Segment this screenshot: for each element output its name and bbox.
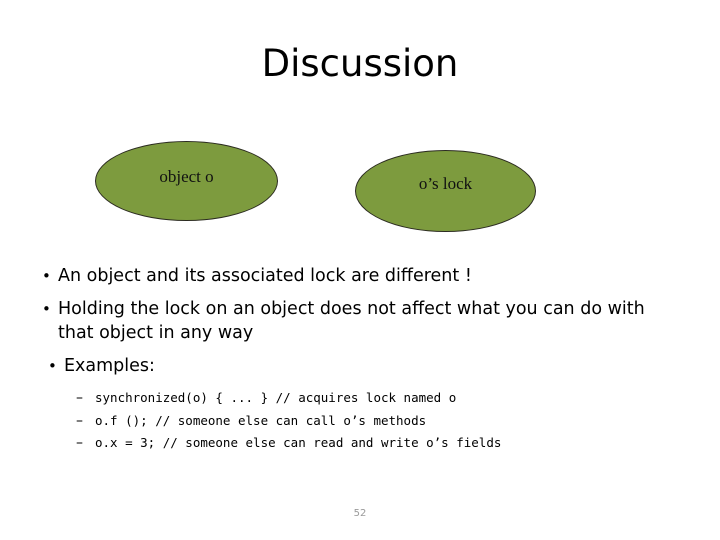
bullet-item: • Holding the lock on an object does not…	[0, 297, 720, 345]
code-text: synchronized(o) { ... } // acquires lock…	[95, 390, 457, 405]
ellipse-lock: o’s lock	[355, 150, 536, 232]
code-list-item: – o.x = 3; // someone else can read and …	[0, 432, 720, 455]
code-list-item: – o.f (); // someone else can call o’s m…	[0, 410, 720, 433]
diagram: object o o’s lock	[0, 0, 720, 250]
bullet-marker-icon: •	[42, 267, 51, 285]
example-code-list: – synchronized(o) { ... } // acquires lo…	[0, 387, 720, 455]
dash-marker-icon: –	[76, 435, 83, 451]
dash-marker-icon: –	[76, 412, 83, 429]
body-content: • An object and its associated lock are …	[0, 264, 720, 455]
bullet-item: • An object and its associated lock are …	[0, 264, 720, 288]
dash-marker-icon: –	[76, 390, 83, 406]
page-number: 52	[353, 508, 367, 519]
bullet-marker-icon: •	[42, 300, 51, 318]
ellipse-object-label: object o	[159, 167, 214, 186]
code-text: o.f (); // someone else can call o’s met…	[95, 412, 427, 428]
bullet-item-examples: • Examples:	[0, 354, 720, 378]
ellipse-lock-label: o’s lock	[418, 174, 473, 193]
code-text: o.x = 3; // someone else can read and wr…	[95, 435, 502, 450]
bullet-text: Holding the lock on an object does not a…	[58, 299, 645, 343]
code-list-item: – synchronized(o) { ... } // acquires lo…	[0, 387, 720, 410]
bullet-marker-icon: •	[48, 357, 57, 375]
ellipse-object: object o	[95, 141, 278, 221]
bullet-text: An object and its associated lock are di…	[58, 266, 472, 286]
slide-canvas: { "slide": { "title": "Discussion", "pag…	[0, 0, 720, 540]
bullet-text: Examples:	[64, 356, 155, 376]
